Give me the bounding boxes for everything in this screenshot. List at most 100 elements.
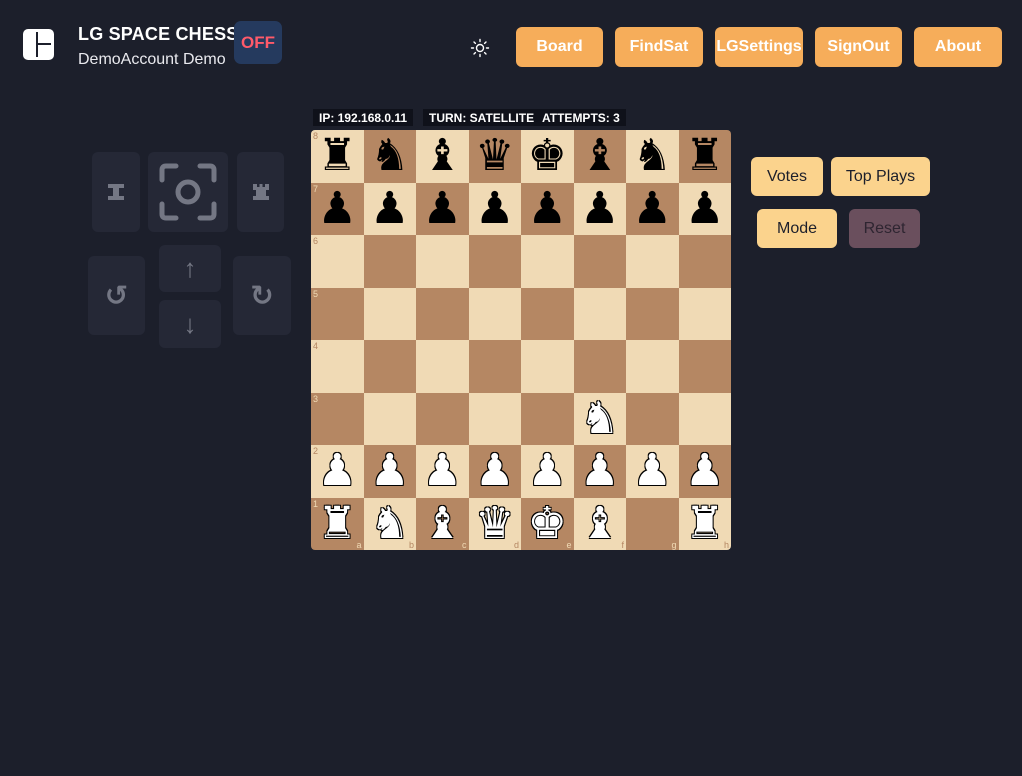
square-e7[interactable]: ♟	[521, 182, 574, 235]
connection-status-toggle[interactable]: OFF	[234, 21, 282, 64]
square-a3[interactable]: 3	[311, 392, 364, 445]
square-g2[interactable]: ♟	[626, 445, 679, 498]
square-h8[interactable]: ♜	[678, 130, 731, 183]
camera-focus-button[interactable]	[148, 152, 228, 232]
square-g1[interactable]: g	[626, 497, 679, 550]
square-b1[interactable]: b ♞	[363, 497, 416, 550]
square-a4[interactable]: 4	[311, 340, 364, 393]
square-c5[interactable]	[416, 287, 469, 340]
square-a5[interactable]: 5	[311, 287, 364, 340]
chess-piece[interactable]: ♟	[423, 186, 462, 231]
rook-left-button[interactable]	[92, 152, 140, 232]
mode-button[interactable]: Mode	[757, 209, 837, 248]
chess-piece[interactable]: ♟	[370, 186, 409, 231]
nav-lgsettings-button[interactable]: LGSettings	[715, 27, 803, 67]
square-b3[interactable]	[363, 392, 416, 445]
chess-piece[interactable]: ♟	[580, 186, 619, 231]
square-f3[interactable]: ♞	[573, 392, 626, 445]
square-a7[interactable]: 7 ♟	[311, 182, 364, 235]
square-a1[interactable]: 1 a ♜	[311, 497, 364, 550]
square-f4[interactable]	[573, 340, 626, 393]
move-up-button[interactable]: ↑	[159, 245, 221, 292]
square-g7[interactable]: ♟	[626, 182, 679, 235]
square-h1[interactable]: h ♜	[678, 497, 731, 550]
chess-piece[interactable]: ♟	[475, 449, 514, 493]
chess-piece[interactable]: ♞	[633, 134, 672, 178]
square-h7[interactable]: ♟	[678, 182, 731, 235]
square-b8[interactable]: ♞	[363, 130, 416, 183]
chess-piece[interactable]: ♟	[528, 449, 567, 493]
square-g6[interactable]	[626, 235, 679, 288]
chess-piece[interactable]: ♟	[318, 186, 357, 231]
square-g4[interactable]	[626, 340, 679, 393]
chess-piece[interactable]: ♚	[528, 134, 567, 178]
square-g8[interactable]: ♞	[626, 130, 679, 183]
square-h6[interactable]	[678, 235, 731, 288]
square-b6[interactable]	[363, 235, 416, 288]
square-f6[interactable]	[573, 235, 626, 288]
chess-piece[interactable]: ♜	[318, 134, 357, 178]
chess-piece[interactable]: ♜	[685, 134, 724, 178]
square-h4[interactable]	[678, 340, 731, 393]
square-f2[interactable]: ♟	[573, 445, 626, 498]
square-d6[interactable]	[468, 235, 521, 288]
sun-icon[interactable]	[470, 38, 490, 58]
square-e6[interactable]	[521, 235, 574, 288]
chess-piece[interactable]: ♛	[475, 501, 514, 546]
square-b4[interactable]	[363, 340, 416, 393]
chess-piece[interactable]: ♜	[318, 501, 357, 546]
square-g5[interactable]	[626, 287, 679, 340]
square-h5[interactable]	[678, 287, 731, 340]
square-e8[interactable]: ♚	[521, 130, 574, 183]
square-e3[interactable]	[521, 392, 574, 445]
square-d7[interactable]: ♟	[468, 182, 521, 235]
square-h2[interactable]: ♟	[678, 445, 731, 498]
nav-findsat-button[interactable]: FindSat	[615, 27, 703, 67]
chess-piece[interactable]: ♞	[370, 134, 409, 178]
top-plays-button[interactable]: Top Plays	[831, 157, 930, 196]
chess-piece[interactable]: ♟	[685, 186, 724, 231]
chess-piece[interactable]: ♟	[475, 186, 514, 231]
square-f5[interactable]	[573, 287, 626, 340]
square-c4[interactable]	[416, 340, 469, 393]
chess-piece[interactable]: ♝	[423, 501, 462, 546]
square-f1[interactable]: f ♝	[573, 497, 626, 550]
chess-piece[interactable]: ♞	[580, 396, 619, 441]
move-down-button[interactable]: ↓	[159, 300, 221, 348]
square-c2[interactable]: ♟	[416, 445, 469, 498]
chess-piece[interactable]: ♝	[423, 134, 462, 178]
chess-piece[interactable]: ♞	[370, 501, 409, 546]
rook-right-button[interactable]	[237, 152, 284, 232]
chess-piece[interactable]: ♟	[318, 449, 357, 493]
square-d3[interactable]	[468, 392, 521, 445]
votes-button[interactable]: Votes	[751, 157, 823, 196]
chess-piece[interactable]: ♜	[685, 501, 724, 546]
square-f8[interactable]: ♝	[573, 130, 626, 183]
square-c1[interactable]: c ♝	[416, 497, 469, 550]
square-g3[interactable]	[626, 392, 679, 445]
square-a2[interactable]: 2 ♟	[311, 445, 364, 498]
square-e1[interactable]: e ♚	[521, 497, 574, 550]
chess-piece[interactable]: ♟	[633, 186, 672, 231]
chess-piece[interactable]: ♟	[423, 449, 462, 493]
square-c7[interactable]: ♟	[416, 182, 469, 235]
square-b7[interactable]: ♟	[363, 182, 416, 235]
chess-piece[interactable]: ♟	[580, 449, 619, 493]
reset-button[interactable]: Reset	[849, 209, 920, 248]
chess-piece[interactable]: ♝	[580, 501, 619, 546]
chess-piece[interactable]: ♟	[370, 449, 409, 493]
rotate-left-button[interactable]: ↺	[88, 256, 145, 335]
nav-signout-button[interactable]: SignOut	[815, 27, 902, 67]
square-f7[interactable]: ♟	[573, 182, 626, 235]
square-d1[interactable]: d ♛	[468, 497, 521, 550]
square-d5[interactable]	[468, 287, 521, 340]
square-c6[interactable]	[416, 235, 469, 288]
square-d4[interactable]	[468, 340, 521, 393]
square-e4[interactable]	[521, 340, 574, 393]
square-b2[interactable]: ♟	[363, 445, 416, 498]
square-c3[interactable]	[416, 392, 469, 445]
square-e2[interactable]: ♟	[521, 445, 574, 498]
square-a8[interactable]: 8 ♜	[311, 130, 364, 183]
square-b5[interactable]	[363, 287, 416, 340]
nav-about-button[interactable]: About	[914, 27, 1002, 67]
